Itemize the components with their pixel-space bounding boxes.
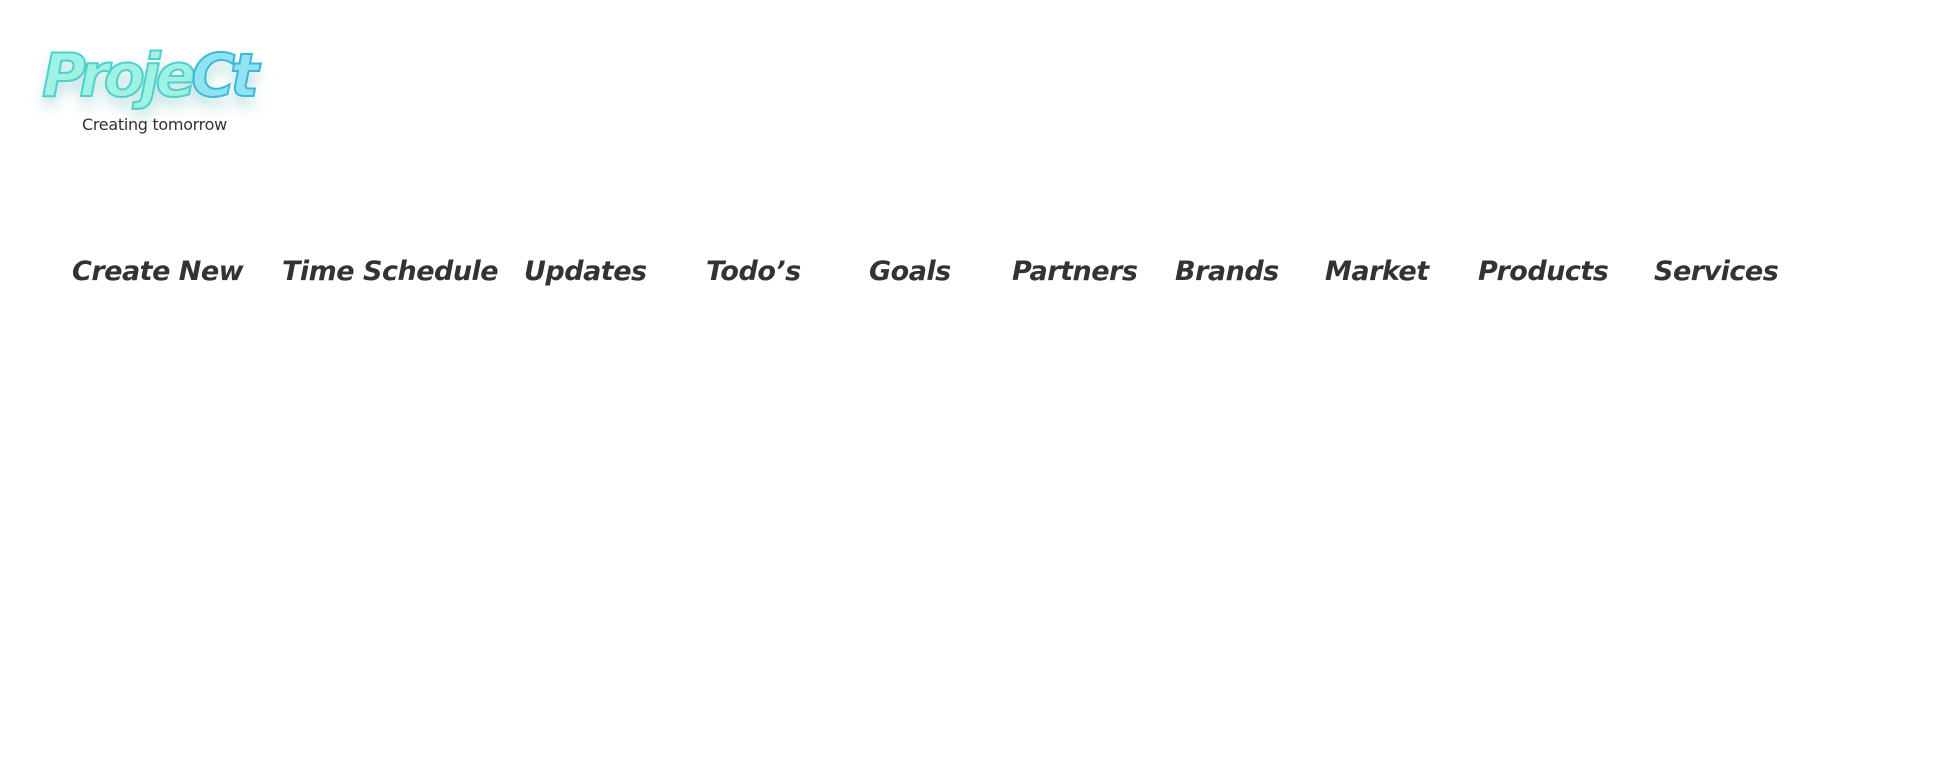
nav-item-market[interactable]: Market [1325,250,1429,294]
logo-word-part2: Ct [190,40,260,112]
nav-item-time-schedule[interactable]: Time Schedule [282,250,499,294]
nav-item-goals[interactable]: Goals [869,250,951,294]
nav-item-create-new[interactable]: Create New [72,250,244,294]
nav-item-services[interactable]: Services [1654,250,1779,294]
nav-item-todos[interactable]: Todo’s [706,250,801,294]
page: ProjeCt Creating tomorrow Create New Tim… [0,0,1950,768]
logo-wordmark: ProjeCt [41,40,260,112]
main-nav: Create New Time Schedule Updates Todo’s … [0,250,1950,294]
logo[interactable]: ProjeCt Creating tomorrow [41,40,260,140]
logo-tagline: Creating tomorrow [82,115,227,134]
nav-item-updates[interactable]: Updates [524,250,647,294]
nav-item-brands[interactable]: Brands [1175,250,1279,294]
nav-item-partners[interactable]: Partners [1012,250,1138,294]
nav-item-products[interactable]: Products [1478,250,1609,294]
logo-word-part1: Proje [41,40,197,112]
